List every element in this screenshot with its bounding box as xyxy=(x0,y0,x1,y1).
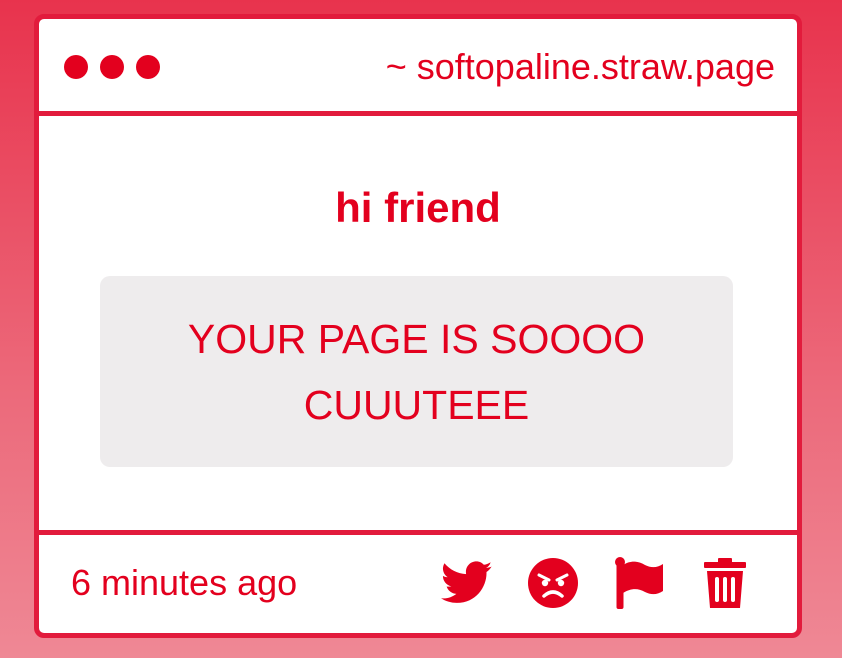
post-content: hi friend YOUR PAGE IS SOOOO CUUUTEEE xyxy=(39,116,797,529)
post-actions xyxy=(441,557,751,609)
message-box: YOUR PAGE IS SOOOO CUUUTEEE xyxy=(100,276,733,467)
flag-icon xyxy=(615,557,663,609)
window-dot-2 xyxy=(100,55,124,79)
twitter-icon xyxy=(441,561,493,603)
window-dot-1 xyxy=(64,55,88,79)
trash-icon xyxy=(704,558,746,608)
page-url-link[interactable]: ~ softopaline.straw.page xyxy=(386,43,775,91)
window-titlebar: ~ softopaline.straw.page xyxy=(39,19,797,116)
share-twitter-button[interactable] xyxy=(441,557,493,609)
post-greeting: hi friend xyxy=(335,184,501,231)
window-dot-3 xyxy=(136,55,160,79)
message-text: YOUR PAGE IS SOOOO CUUUTEEE xyxy=(187,315,646,428)
post-card: ~ softopaline.straw.page hi friend YOUR … xyxy=(34,14,802,638)
report-flag-button[interactable] xyxy=(613,557,665,609)
angry-face-icon xyxy=(528,558,578,608)
post-footer: 6 minutes ago xyxy=(39,530,797,633)
delete-button[interactable] xyxy=(699,557,751,609)
react-angry-button[interactable] xyxy=(527,557,579,609)
window-controls xyxy=(64,55,160,79)
post-timestamp: 6 minutes ago xyxy=(71,562,298,603)
